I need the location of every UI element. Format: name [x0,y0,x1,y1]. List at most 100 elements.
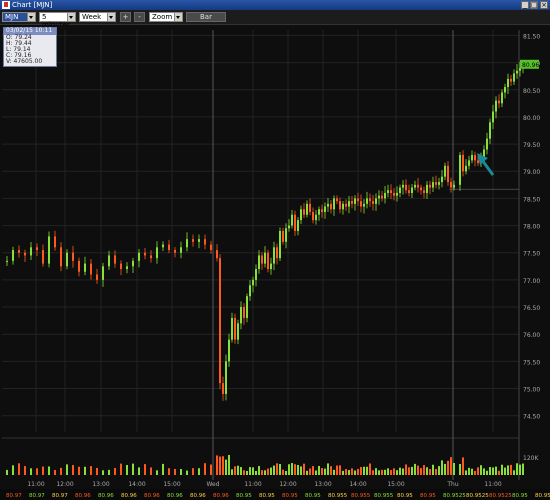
y-tick-label: 78.50 [523,196,540,203]
candle-body [18,250,20,253]
volume-bar [243,470,245,475]
volume-bar [414,463,416,475]
zoom-out-button[interactable]: - [134,12,145,22]
candle-body [252,279,254,286]
volume-bar [114,467,116,475]
volume-bar [315,470,317,475]
bar-style-button[interactable]: Bar [186,12,226,22]
volume-bar [174,469,176,475]
minimize-button[interactable]: _ [521,1,529,9]
candle-body [186,239,188,248]
candle-body [264,252,266,264]
candle-body [357,198,359,202]
zoom-select[interactable]: Zoom [149,12,183,22]
volume-bar [204,463,206,475]
close-button[interactable]: × [540,1,548,9]
volume-bar [288,464,290,475]
candle-body [255,269,257,280]
candle-body [477,160,479,164]
y-tick-label: 77.00 [523,278,540,285]
volume-bar [249,467,251,475]
candle-body [96,274,98,280]
volume-bar [48,466,50,475]
candle-body [291,214,293,226]
candle-body [258,255,260,270]
candle-body [345,203,347,207]
maximize-button[interactable]: □ [530,1,538,9]
volume-bar [522,463,524,475]
y-tick-label: 79.50 [523,142,540,149]
chevron-down-icon[interactable] [27,13,35,21]
volume-bar [501,464,503,475]
title-bar[interactable]: Chart [MJN] _ □ × [0,0,550,10]
volume-bar [270,467,272,475]
footer-price: 80.96 [121,493,137,499]
volume-bar [384,469,386,475]
candle-body [333,198,335,210]
candle-body [459,154,461,185]
candle-body [60,247,62,267]
candle-body [354,198,356,204]
chevron-down-icon[interactable] [107,13,115,21]
candle-body [441,176,443,183]
candle-body [486,138,488,150]
symbol-select[interactable]: MJN [2,12,36,22]
volume-bar [225,459,227,475]
candle-body [192,239,194,242]
candle-body [297,220,299,231]
volume-bar [387,468,389,475]
y-tick-label: 75.50 [523,359,540,366]
x-tick-label: 12:00 [56,481,73,488]
volume-bar [273,465,275,475]
volume-bar [405,464,407,475]
volume-bar [519,464,521,475]
candle-body [228,339,230,362]
candle-body [381,195,383,199]
footer-price: 80.95 [397,493,413,499]
candle-body [303,209,305,215]
volume-bar [198,468,200,475]
candle-body [225,361,227,394]
volume-bar [261,470,263,475]
candle-body [156,247,158,259]
candle-body [306,203,308,215]
candle-body [234,317,236,340]
range-select[interactable]: Week [79,12,116,22]
volume-bar [435,468,437,475]
volume-bar [450,457,452,475]
volume-bar [297,464,299,475]
chevron-down-icon[interactable] [67,13,75,21]
volume-bar [381,469,383,475]
candle-body [282,231,284,242]
zoom-in-button[interactable]: + [120,12,131,22]
volume-bar [18,463,20,475]
volume-axis-label: 120K [523,455,539,462]
volume-bar [132,463,134,475]
x-tick-label: Thu [446,481,458,488]
candle-body [501,92,503,104]
volume-bar [318,465,320,475]
volume-bar [309,468,311,475]
volume-bar [24,466,26,475]
price-chart[interactable]: 81.5081.0080.5080.0079.5079.0078.5078.00… [0,25,550,500]
candle-body [315,214,317,221]
x-tick-label: Wed [206,481,219,488]
candle-body [495,100,497,112]
volume-bar [390,470,392,475]
x-tick-label: 12:00 [279,481,296,488]
interval-select[interactable]: 5 minutes [39,12,76,29]
chevron-down-icon[interactable] [174,13,182,21]
volume-bar [417,465,419,475]
volume-bar [468,467,470,475]
candle-body [174,250,176,253]
x-tick-label: 14:00 [128,481,145,488]
volume-bar [54,470,56,475]
volume-bar [162,463,164,475]
footer-price: 80.95 [305,493,321,499]
candle-body [324,206,326,212]
candle-body [378,195,380,199]
footer-price: 80.9525 [489,493,512,499]
volume-bar [369,463,371,475]
candle-body [30,247,32,256]
app-icon [2,1,10,9]
